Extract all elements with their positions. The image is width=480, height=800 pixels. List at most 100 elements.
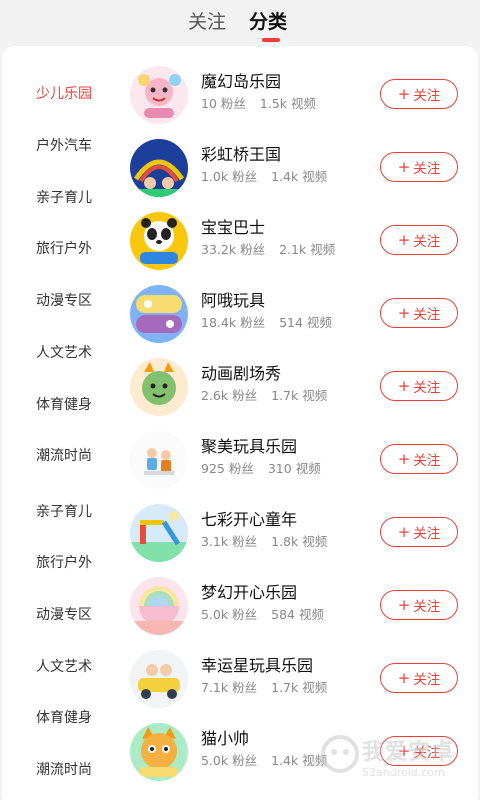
- channel-stats: 18.4k 粉丝 514 视频: [201, 314, 332, 332]
- videos-label: 视频: [291, 96, 317, 111]
- channel-row[interactable]: 彩虹桥王国 1.0k 粉丝 1.4k 视频 + 关注: [130, 138, 478, 198]
- fans-count: 925: [201, 461, 225, 476]
- channel-stats: 5.0k 粉丝 584 视频: [201, 606, 324, 624]
- videos-count: 1.4k: [271, 753, 299, 768]
- kids-playing-avatar[interactable]: [130, 431, 188, 489]
- panda-bus-avatar[interactable]: [130, 212, 188, 270]
- channel-name: 猫小帅: [201, 729, 250, 748]
- playground-avatar[interactable]: [130, 504, 188, 562]
- green-creature-avatar[interactable]: [130, 358, 188, 416]
- sidebar-item-arts-2[interactable]: 人文艺术: [36, 657, 92, 677]
- channel-stats: 5.0k 粉丝 1.4k 视频: [201, 752, 327, 770]
- follow-button[interactable]: + 关注: [380, 663, 458, 693]
- follow-button[interactable]: + 关注: [380, 225, 458, 255]
- channel-name: 幸运星玩具乐园: [201, 656, 314, 675]
- fans-count: 3.1k: [201, 534, 229, 549]
- follow-button-label: 关注: [413, 234, 441, 250]
- fans-label: 粉丝: [232, 607, 258, 622]
- plus-icon: +: [397, 303, 411, 322]
- pink-cartoon-avatar[interactable]: [130, 66, 188, 124]
- channel-name: 魔幻岛乐园: [201, 72, 282, 91]
- follow-button-label: 关注: [413, 526, 441, 542]
- fans-count: 7.1k: [201, 680, 229, 695]
- plus-icon: +: [397, 668, 411, 687]
- channel-row[interactable]: 宝宝巴士 33.2k 粉丝 2.1k 视频 + 关注: [130, 211, 478, 271]
- channel-row[interactable]: 阿哦玩具 18.4k 粉丝 514 视频 + 关注: [130, 284, 478, 344]
- videos-count: 1.7k: [271, 388, 299, 403]
- channel-row[interactable]: 动画剧场秀 2.6k 粉丝 1.7k 视频 + 关注: [130, 357, 478, 417]
- toy-logo-avatar[interactable]: [130, 285, 188, 343]
- videos-count: 1.8k: [271, 534, 299, 549]
- android-logo-icon: [321, 735, 359, 773]
- sidebar-item-anime[interactable]: 动漫专区: [36, 291, 92, 311]
- fans-count: 5.0k: [201, 607, 229, 622]
- watermark-url: 52android.com: [362, 766, 445, 779]
- sidebar-item-sports-2[interactable]: 体育健身: [36, 708, 92, 728]
- plus-icon: +: [397, 84, 411, 103]
- plus-icon: +: [397, 449, 411, 468]
- follow-button[interactable]: + 关注: [380, 371, 458, 401]
- sidebar-item-outdoor-cars[interactable]: 户外汽车: [36, 136, 92, 156]
- site-watermark: 我爱安卓 52android.com: [318, 726, 478, 796]
- sidebar-item-travel[interactable]: 旅行户外: [36, 239, 92, 259]
- channel-stats: 33.2k 粉丝 2.1k 视频: [201, 241, 335, 259]
- fans-label: 粉丝: [232, 753, 258, 768]
- follow-button[interactable]: + 关注: [380, 590, 458, 620]
- channel-row[interactable]: 聚美玩具乐园 925 粉丝 310 视频 + 关注: [130, 430, 478, 490]
- videos-label: 视频: [310, 242, 336, 257]
- fans-label: 粉丝: [232, 534, 258, 549]
- tab-category[interactable]: 分类: [249, 8, 287, 36]
- sidebar-item-travel-2[interactable]: 旅行户外: [36, 553, 92, 573]
- channel-stats: 7.1k 粉丝 1.7k 视频: [201, 679, 327, 697]
- kids-car-avatar[interactable]: [130, 650, 188, 708]
- videos-label: 视频: [302, 680, 328, 695]
- channel-name: 阿哦玩具: [201, 291, 266, 310]
- videos-label: 视频: [302, 534, 328, 549]
- videos-count: 1.5k: [259, 96, 288, 111]
- follow-button[interactable]: + 关注: [380, 444, 458, 474]
- videos-count: 1.4k: [271, 169, 299, 184]
- sidebar-item-fashion-2[interactable]: 潮流时尚: [36, 760, 92, 780]
- sidebar-item-anime-2[interactable]: 动漫专区: [36, 605, 92, 625]
- channel-row[interactable]: 梦幻开心乐园 5.0k 粉丝 584 视频 + 关注: [130, 576, 478, 636]
- sidebar-item-kids[interactable]: 少儿乐园: [36, 84, 92, 104]
- fans-count: 33.2k: [201, 242, 237, 257]
- channel-row[interactable]: 七彩开心童年 3.1k 粉丝 1.8k 视频 + 关注: [130, 503, 478, 563]
- sidebar-item-parenting[interactable]: 亲子育儿: [36, 188, 92, 208]
- channel-row[interactable]: 幸运星玩具乐园 7.1k 粉丝 1.7k 视频 + 关注: [130, 649, 478, 709]
- sidebar-item-sports[interactable]: 体育健身: [36, 395, 92, 415]
- fans-label: 粉丝: [232, 680, 258, 695]
- videos-count: 514: [279, 315, 303, 330]
- tiger-cat-avatar[interactable]: [130, 723, 188, 781]
- follow-button[interactable]: + 关注: [380, 152, 458, 182]
- follow-button[interactable]: + 关注: [380, 79, 458, 109]
- sidebar-item-parenting-2[interactable]: 亲子育儿: [36, 502, 92, 522]
- fans-label: 粉丝: [240, 242, 266, 257]
- videos-count: 1.7k: [271, 680, 299, 695]
- sidebar-item-fashion[interactable]: 潮流时尚: [36, 446, 92, 466]
- videos-label: 视频: [306, 315, 332, 330]
- tab-follow[interactable]: 关注: [188, 8, 226, 36]
- channel-name: 聚美玩具乐园: [201, 437, 298, 456]
- channel-stats: 3.1k 粉丝 1.8k 视频: [201, 533, 327, 551]
- watermark-text: 我爱安卓: [362, 740, 455, 765]
- plus-icon: +: [397, 230, 411, 249]
- follow-button[interactable]: + 关注: [380, 298, 458, 328]
- follow-button-label: 关注: [413, 453, 441, 469]
- follow-button-label: 关注: [413, 88, 441, 104]
- videos-count: 310: [267, 461, 292, 476]
- channel-row[interactable]: 魔幻岛乐园 10 粉丝 1.5k 视频 + 关注: [130, 65, 478, 125]
- fans-count: 1.0k: [201, 169, 229, 184]
- videos-label: 视频: [302, 169, 328, 184]
- videos-label: 视频: [298, 607, 324, 622]
- plus-icon: +: [397, 522, 411, 541]
- rainbow-ball-avatar[interactable]: [130, 577, 188, 635]
- channel-name: 七彩开心童年: [201, 510, 298, 529]
- sidebar-item-arts[interactable]: 人文艺术: [36, 343, 92, 363]
- rainbow-kids-avatar[interactable]: [130, 139, 188, 197]
- follow-button[interactable]: + 关注: [380, 517, 458, 547]
- videos-label: 视频: [302, 388, 328, 403]
- follow-button-label: 关注: [413, 672, 441, 688]
- fans-label: 粉丝: [240, 315, 266, 330]
- fans-label: 粉丝: [232, 169, 258, 184]
